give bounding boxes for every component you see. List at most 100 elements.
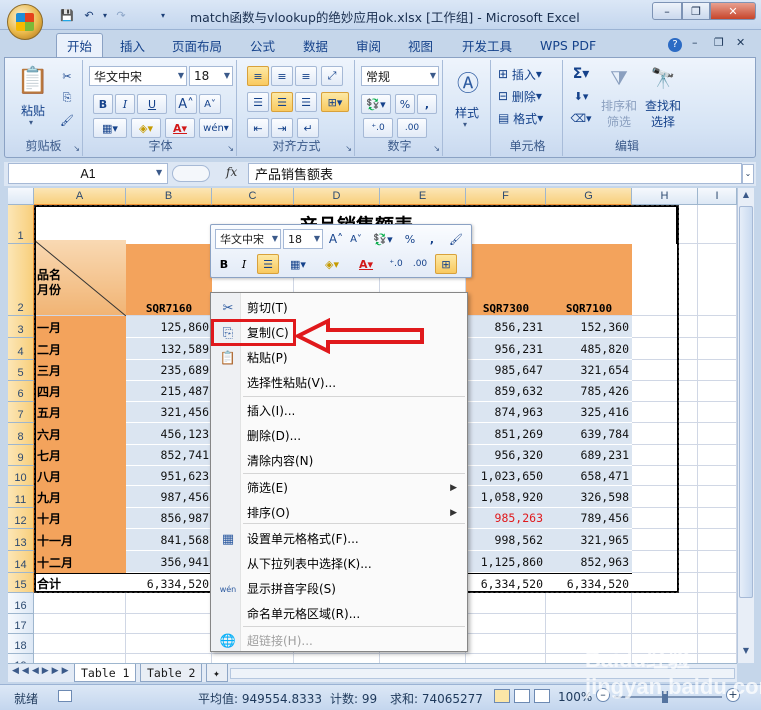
ribbon-minimize-icon[interactable]: – <box>692 36 698 49</box>
table-cell[interactable]: 132,589 <box>126 338 212 360</box>
total-label[interactable]: 合计 <box>34 573 126 593</box>
column-title-f[interactable]: SQR7300 <box>466 244 546 316</box>
insert-cells-button[interactable]: ⊞ 插入 ▾ <box>497 64 557 84</box>
tab-view[interactable]: 视图 <box>398 33 443 57</box>
table-cell[interactable]: 852,741 <box>126 445 212 466</box>
table-cell[interactable]: 321,456 <box>126 402 212 423</box>
italic-button[interactable]: I <box>115 94 135 114</box>
tab-data[interactable]: 数据 <box>293 33 338 57</box>
mini-font-color-icon[interactable]: A▾ <box>351 254 381 274</box>
insert-sheet-icon[interactable]: ✦ <box>206 664 228 682</box>
bold-button[interactable]: B <box>93 94 113 114</box>
context-menu-item[interactable]: 插入(I)... <box>213 398 465 423</box>
phonetic-guide-icon[interactable]: wén▾ <box>199 118 233 138</box>
sort-filter-label[interactable]: 排序和筛选 <box>599 98 639 130</box>
customize-qat-icon[interactable]: ▾ <box>154 6 172 24</box>
row-header-3[interactable]: 3 <box>8 316 34 338</box>
row-header-2[interactable]: 2 <box>8 244 34 316</box>
tab-page-layout[interactable]: 页面布局 <box>162 33 232 57</box>
row-header-15[interactable]: 15 <box>8 573 34 593</box>
accounting-format-icon[interactable]: 💱▾ <box>361 94 391 114</box>
mini-increase-decimal-icon[interactable]: ⁺.0 <box>385 254 407 274</box>
sheet-nav-icon[interactable]: ◀◀◀▶▶▶ <box>12 666 72 676</box>
context-menu-item[interactable]: 命名单元格区域(R)... <box>213 601 465 626</box>
clear-icon[interactable]: ⌫▾ <box>569 108 593 128</box>
row-header-9[interactable]: 9 <box>8 445 34 466</box>
column-header-b[interactable]: B <box>126 188 212 205</box>
table-cell[interactable]: 235,689 <box>126 360 212 381</box>
mini-percent-button[interactable]: % <box>401 229 419 249</box>
row-header-19[interactable]: 19 <box>8 654 34 663</box>
restore-button[interactable]: ❐ <box>682 2 710 20</box>
table-cell[interactable]: 1,023,650 <box>466 466 546 486</box>
table-cell[interactable]: 1,125,860 <box>466 551 546 573</box>
column-title-g[interactable]: SQR7100 <box>546 244 632 316</box>
font-color-icon[interactable]: A▾ <box>165 118 195 138</box>
mini-bold-icon[interactable]: B <box>215 254 233 274</box>
mini-center-icon[interactable]: ☰ <box>257 254 279 274</box>
table-cell[interactable]: 852,963 <box>546 551 632 573</box>
row-header-7[interactable]: 7 <box>8 402 34 423</box>
month-label[interactable]: 一月 <box>34 316 126 338</box>
table-cell[interactable]: 356,941 <box>126 551 212 573</box>
cut-icon[interactable]: ✂ <box>57 66 77 86</box>
row-header-6[interactable]: 6 <box>8 381 34 402</box>
align-left-icon[interactable]: ☰ <box>247 92 269 112</box>
row-header-4[interactable]: 4 <box>8 338 34 360</box>
table-cell[interactable]: 152,360 <box>546 316 632 338</box>
corner-label[interactable]: 品名 月份 <box>37 268 61 298</box>
minimize-button[interactable]: – <box>652 2 682 20</box>
mini-merge-icon[interactable]: ⊞ <box>435 254 457 274</box>
merge-center-icon[interactable]: ⊞▾ <box>321 92 349 112</box>
table-cell[interactable]: 841,568 <box>126 529 212 551</box>
borders-icon[interactable]: ▦▾ <box>93 118 127 138</box>
orientation-icon[interactable]: ⤢ <box>321 66 343 86</box>
month-label[interactable]: 九月 <box>34 486 126 508</box>
table-cell[interactable]: 321,965 <box>546 529 632 551</box>
delete-cells-button[interactable]: ⊟ 删除 ▾ <box>497 86 557 106</box>
table-cell[interactable]: 326,598 <box>546 486 632 508</box>
number-launcher-icon[interactable]: ↘ <box>433 144 440 153</box>
column-header-h[interactable]: H <box>632 188 698 205</box>
mini-shrink-font-icon[interactable]: A˅ <box>347 229 365 249</box>
month-label[interactable]: 八月 <box>34 466 126 486</box>
table-cell[interactable]: 998,562 <box>466 529 546 551</box>
mini-italic-icon[interactable]: I <box>235 254 253 274</box>
total-cell[interactable]: 6,334,520 <box>546 573 632 593</box>
table-cell[interactable]: 325,416 <box>546 402 632 423</box>
month-label[interactable]: 四月 <box>34 381 126 402</box>
row-header-13[interactable]: 13 <box>8 529 34 551</box>
styles-label[interactable]: 样式 <box>455 104 479 121</box>
vertical-scrollbar[interactable]: ▲ ▼ <box>737 188 754 663</box>
mini-grow-font-icon[interactable]: A˄ <box>327 229 345 249</box>
month-label[interactable]: 十二月 <box>34 551 126 573</box>
table-cell[interactable]: 856,987 <box>126 508 212 529</box>
normal-view-icon[interactable] <box>494 689 510 703</box>
month-label[interactable]: 十月 <box>34 508 126 529</box>
row-header-5[interactable]: 5 <box>8 360 34 381</box>
wrap-text-icon[interactable]: ↵ <box>297 118 319 138</box>
comma-style-button[interactable]: , <box>417 94 437 114</box>
table-cell[interactable]: 956,231 <box>466 338 546 360</box>
styles-icon[interactable]: Ⓐ <box>453 66 483 98</box>
table-cell[interactable]: 658,471 <box>546 466 632 486</box>
decrease-indent-icon[interactable]: ⇤ <box>247 118 269 138</box>
row-header-18[interactable]: 18 <box>8 634 34 654</box>
table-cell[interactable]: 987,456 <box>126 486 212 508</box>
context-menu-item[interactable]: 🌐 超链接(H)... <box>213 628 465 653</box>
row-header-1[interactable]: 1 <box>8 205 34 244</box>
table-cell[interactable]: 985,263 <box>466 508 546 529</box>
month-label[interactable]: 十一月 <box>34 529 126 551</box>
column-header-c[interactable]: C <box>212 188 294 205</box>
table-cell[interactable]: 1,058,920 <box>466 486 546 508</box>
align-right-icon[interactable]: ☰ <box>295 92 317 112</box>
row-header-10[interactable]: 10 <box>8 466 34 486</box>
copy-icon[interactable]: ⎘ <box>57 88 77 108</box>
context-menu-item[interactable]: wén 显示拼音字段(S) <box>213 576 465 601</box>
table-cell[interactable]: 215,487 <box>126 381 212 402</box>
table-cell[interactable]: 851,269 <box>466 423 546 445</box>
context-menu-item[interactable]: 选择性粘贴(V)... <box>213 370 465 395</box>
formula-bar-expand-handle[interactable] <box>172 165 210 182</box>
help-icon[interactable]: ? <box>668 38 682 52</box>
increase-indent-icon[interactable]: ⇥ <box>271 118 293 138</box>
